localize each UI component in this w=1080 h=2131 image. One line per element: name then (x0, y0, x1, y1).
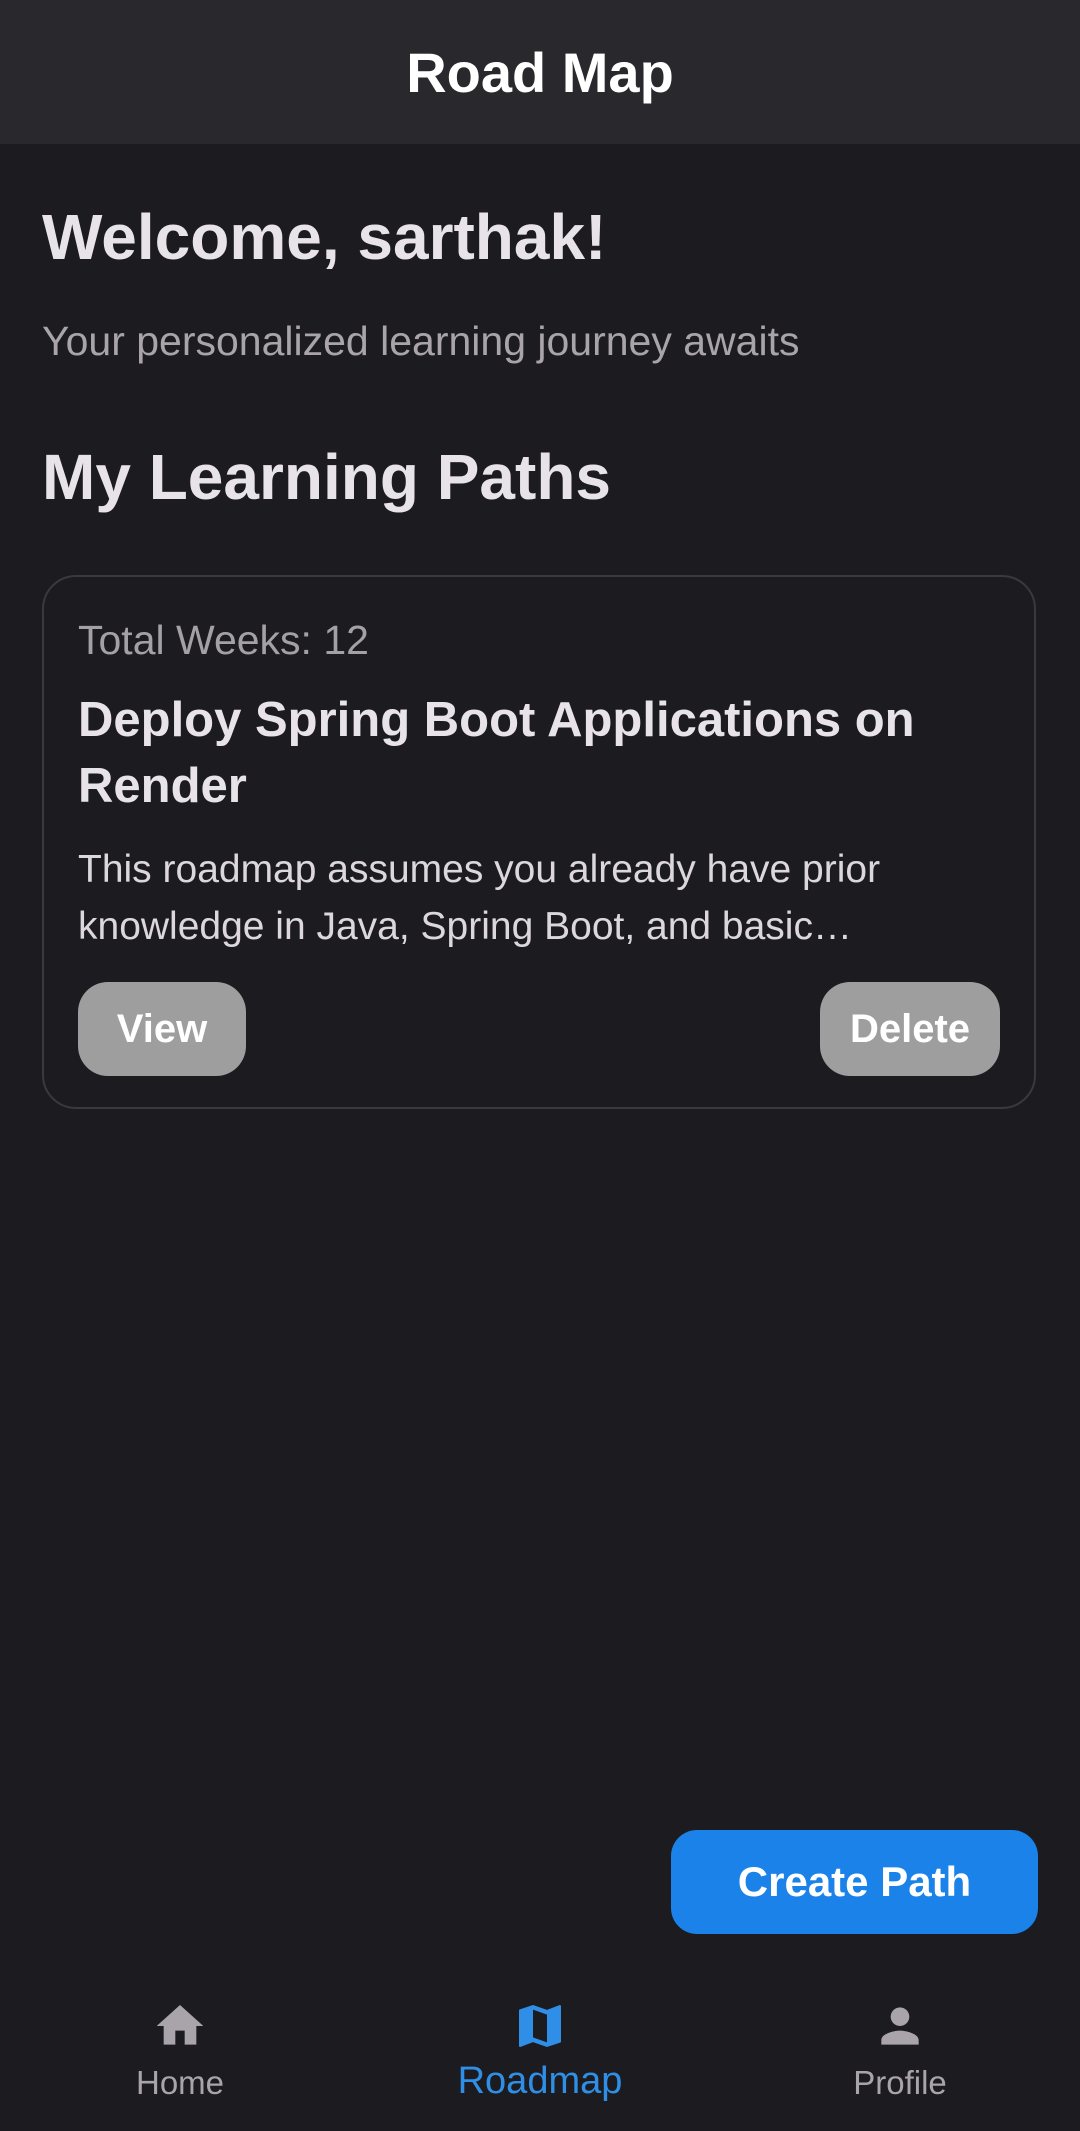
learning-path-card: Total Weeks: 12 Deploy Spring Boot Appli… (42, 575, 1036, 1109)
nav-item-home[interactable]: Home (30, 1970, 330, 2131)
nav-label-profile: Profile (853, 2064, 947, 2101)
home-icon (156, 2005, 204, 2045)
app-bar: Road Map (0, 0, 1080, 144)
nav-label-roadmap: Roadmap (457, 2060, 623, 2102)
total-weeks-label: Total Weeks: 12 (78, 617, 369, 663)
app-bar-title: Road Map (406, 40, 674, 104)
nav-item-roadmap[interactable]: Roadmap (390, 1970, 690, 2131)
path-description: This roadmap assumes you already have pr… (78, 848, 881, 948)
section-title: My Learning Paths (42, 441, 611, 513)
welcome-subtitle: Your personalized learning journey await… (42, 318, 800, 364)
path-title: Deploy Spring Boot Applications on Rende… (78, 693, 915, 813)
map-icon (519, 2005, 561, 2047)
create-path-button[interactable]: Create Path (671, 1830, 1038, 1934)
nav-label-home: Home (135, 2064, 225, 2101)
delete-button[interactable]: Delete (820, 982, 1000, 1076)
bottom-navigation: Home Roadmap Profile (0, 1970, 1080, 2131)
nav-item-profile[interactable]: Profile (750, 1970, 1050, 2131)
welcome-heading: Welcome, sarthak! (42, 201, 607, 273)
person-icon (881, 2007, 919, 2045)
view-button[interactable]: View (78, 982, 246, 1076)
